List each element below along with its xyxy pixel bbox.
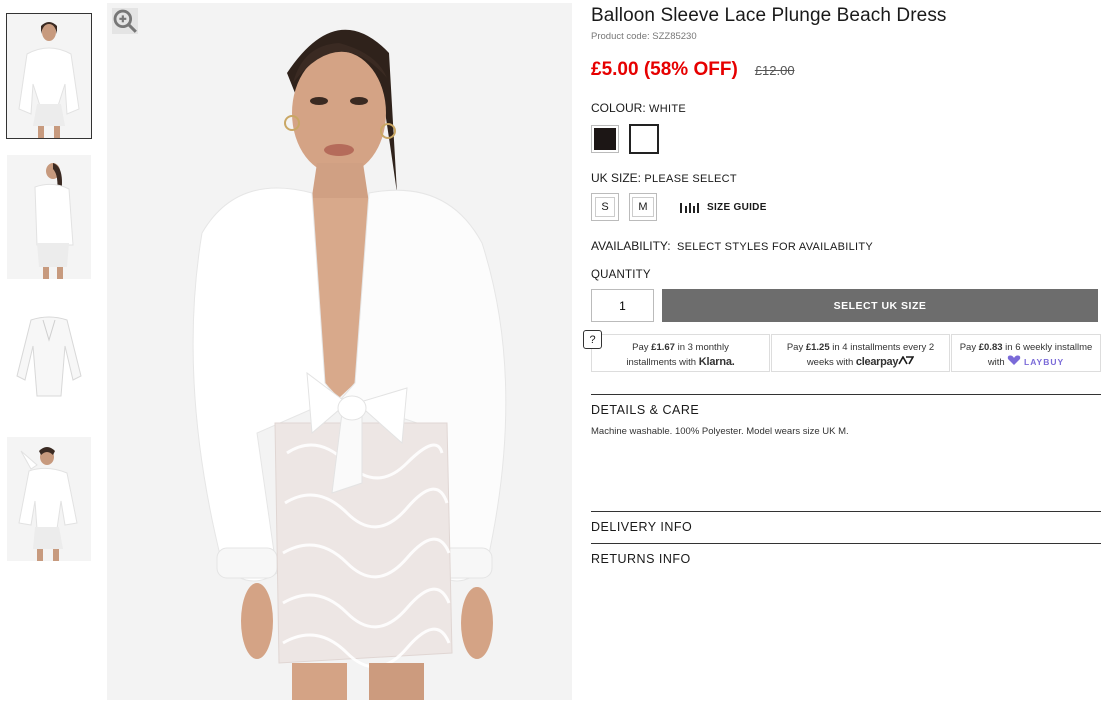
size-label-text: UK SIZE: (591, 171, 642, 185)
colour-label-text: COLOUR: (591, 101, 646, 115)
klarna-logo: Klarna. (698, 356, 735, 368)
clearpay-line2: weeks with (806, 357, 856, 368)
thumbnail-pose[interactable] (7, 437, 91, 561)
swatch-white-fill (633, 128, 655, 150)
size-s-label: S (595, 197, 615, 217)
size-guide-link[interactable]: SIZE GUIDE (679, 201, 767, 213)
size-button-s[interactable]: S (591, 193, 619, 221)
clearpay-amount: £1.25 (805, 342, 830, 353)
product-info-panel: Balloon Sleeve Lace Plunge Beach Dress P… (583, 0, 1101, 575)
laybuy-pre: Pay (959, 342, 979, 353)
returns-section: RETURNS INFO (591, 543, 1101, 575)
laybuy-amount: £0.83 (978, 342, 1003, 353)
payment-options: ? Pay £1.67 in 3 monthly installments wi… (583, 330, 1101, 372)
availability-label: AVAILABILITY: (591, 239, 671, 253)
thumbnail-image (7, 296, 91, 420)
klarna-amount: £1.67 (651, 342, 675, 353)
klarna-line2: installments with (626, 357, 699, 368)
ruler-icon (680, 203, 699, 213)
availability-value: SELECT STYLES FOR AVAILABILITY (676, 241, 874, 253)
thumbnail-front[interactable] (6, 13, 92, 139)
size-value: PLEASE SELECT (644, 173, 737, 185)
colour-label: COLOUR: WHITE (591, 101, 1101, 115)
size-label: UK SIZE: PLEASE SELECT (591, 171, 1101, 185)
thumbnail-image (7, 437, 91, 561)
main-product-image[interactable] (107, 3, 572, 700)
size-m-label: M (632, 197, 654, 217)
product-code: Product code: SZZ85230 (591, 31, 697, 42)
quantity-input[interactable] (591, 289, 654, 322)
delivery-section: DELIVERY INFO (591, 511, 1101, 543)
quantity-row: SELECT UK SIZE (591, 289, 1101, 322)
returns-heading[interactable]: RETURNS INFO (591, 552, 1101, 566)
thumbnail-image (7, 155, 91, 279)
details-text: Machine washable. 100% Polyester. Model … (591, 426, 849, 437)
laybuy-heart-icon (1008, 355, 1021, 365)
original-price: £12.00 (754, 63, 795, 78)
laybuy-logo: LAYBUY (1024, 357, 1065, 367)
zoom-icon (113, 9, 137, 33)
clearpay-logo: clearpay (855, 356, 899, 368)
size-options: S M SIZE GUIDE (591, 193, 1101, 221)
thumbnail-image (7, 14, 91, 138)
swatch-black[interactable] (591, 125, 619, 153)
size-button-m[interactable]: M (629, 193, 657, 221)
clearpay-option[interactable]: Pay £1.25 in 4 installments every 2 week… (771, 334, 950, 372)
availability: AVAILABILITY: SELECT STYLES FOR AVAILABI… (591, 239, 1101, 253)
clearpay-arrows-icon (898, 355, 915, 365)
klarna-mid: in 3 monthly (674, 342, 729, 353)
details-section: DETAILS & CARE Machine washable. 100% Po… (591, 394, 1101, 511)
laybuy-option[interactable]: Pay £0.83 in 6 weekly installme with LAY… (951, 334, 1101, 372)
laybuy-line2: with (987, 357, 1008, 368)
help-icon[interactable]: ? (583, 330, 602, 349)
sale-price: £5.00 (58% OFF) (591, 59, 738, 80)
zoom-button[interactable] (112, 8, 138, 34)
klarna-option[interactable]: Pay £1.67 in 3 monthly installments with… (591, 334, 770, 372)
thumbnail-back[interactable] (7, 155, 91, 279)
clearpay-mid: in 4 installments every 2 (829, 342, 935, 353)
swatch-white[interactable] (629, 124, 659, 154)
price-row: £5.00 (58% OFF) £12.00 (591, 59, 1101, 81)
quantity-label: QUANTITY (591, 269, 651, 281)
select-size-button[interactable]: SELECT UK SIZE (662, 289, 1098, 322)
product-photo (107, 3, 572, 700)
thumbnail-flat[interactable] (7, 296, 91, 420)
colour-value: WHITE (649, 103, 686, 115)
clearpay-pre: Pay (786, 342, 806, 353)
product-title: Balloon Sleeve Lace Plunge Beach Dress (591, 5, 947, 26)
laybuy-mid: in 6 weekly installme (1002, 342, 1093, 353)
details-heading[interactable]: DETAILS & CARE (591, 403, 1101, 417)
size-guide-label: SIZE GUIDE (707, 201, 767, 213)
delivery-heading[interactable]: DELIVERY INFO (591, 520, 1101, 534)
swatch-black-fill (594, 128, 616, 150)
payment-row: Pay £1.67 in 3 monthly installments with… (591, 334, 1101, 372)
colour-swatches (591, 124, 1101, 154)
thumbnail-gallery (6, 13, 93, 578)
klarna-pre: Pay (632, 342, 652, 353)
